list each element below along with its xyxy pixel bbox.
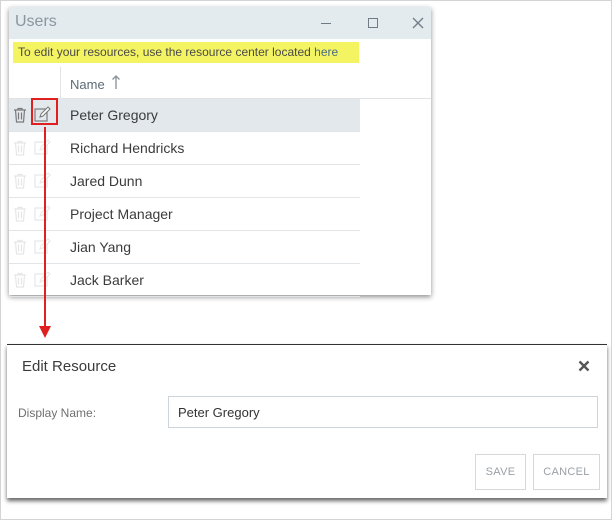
- edit-icon[interactable]: [34, 271, 51, 288]
- info-banner-text: To edit your resources, use the resource…: [18, 45, 315, 59]
- column-separator: [60, 67, 61, 99]
- table-row[interactable]: Project Manager: [9, 198, 360, 231]
- row-name: Jian Yang: [70, 239, 131, 255]
- edit-icon[interactable]: [34, 238, 51, 255]
- users-titlebar[interactable]: Users: [9, 7, 431, 39]
- users-window-title: Users: [15, 13, 57, 30]
- display-name-field[interactable]: [168, 396, 598, 428]
- sort-ascending-icon[interactable]: [111, 74, 121, 94]
- row-name: Jack Barker: [70, 272, 144, 288]
- trash-icon[interactable]: [13, 239, 27, 255]
- cancel-button[interactable]: CANCEL: [533, 454, 600, 490]
- trash-icon[interactable]: [13, 107, 27, 123]
- minimize-icon[interactable]: [317, 14, 335, 32]
- trash-icon[interactable]: [13, 173, 27, 189]
- row-name: Peter Gregory: [70, 107, 158, 123]
- screenshot-frame: Users To edit your resources, use the re…: [0, 0, 612, 520]
- resource-center-link[interactable]: here: [314, 45, 338, 59]
- row-name: Project Manager: [70, 206, 173, 222]
- annotation-arrow-line: [44, 127, 46, 327]
- table-row[interactable]: Richard Hendricks: [9, 132, 360, 165]
- close-icon[interactable]: [578, 357, 590, 377]
- trash-icon[interactable]: [13, 206, 27, 222]
- edit-icon[interactable]: [34, 205, 51, 222]
- trash-icon[interactable]: [13, 272, 27, 288]
- grid-header: Name: [9, 67, 431, 99]
- edit-resource-panel: Edit Resource Display Name: SAVE CANCEL: [7, 344, 607, 498]
- maximize-icon[interactable]: [364, 14, 382, 32]
- column-header-name[interactable]: Name: [70, 77, 105, 92]
- table-row[interactable]: Jian Yang: [9, 231, 360, 264]
- table-row[interactable]: Jack Barker: [9, 264, 360, 297]
- row-name: Jared Dunn: [70, 173, 143, 189]
- save-button[interactable]: SAVE: [475, 454, 526, 490]
- display-name-label: Display Name:: [18, 406, 97, 420]
- users-table: Peter Gregory Richard Hendricks Jared Du…: [9, 98, 360, 297]
- row-name: Richard Hendricks: [70, 140, 185, 156]
- table-row[interactable]: Peter Gregory: [9, 98, 360, 132]
- edit-icon[interactable]: [34, 172, 51, 189]
- trash-icon[interactable]: [13, 140, 27, 156]
- users-window: Users To edit your resources, use the re…: [9, 7, 431, 297]
- annotation-arrow-head: [39, 326, 51, 338]
- close-icon[interactable]: [409, 14, 427, 32]
- edit-icon[interactable]: [34, 139, 51, 156]
- edit-icon[interactable]: [34, 106, 51, 123]
- info-banner: To edit your resources, use the resource…: [13, 42, 359, 63]
- table-row[interactable]: Jared Dunn: [9, 165, 360, 198]
- edit-panel-title: Edit Resource: [22, 358, 117, 375]
